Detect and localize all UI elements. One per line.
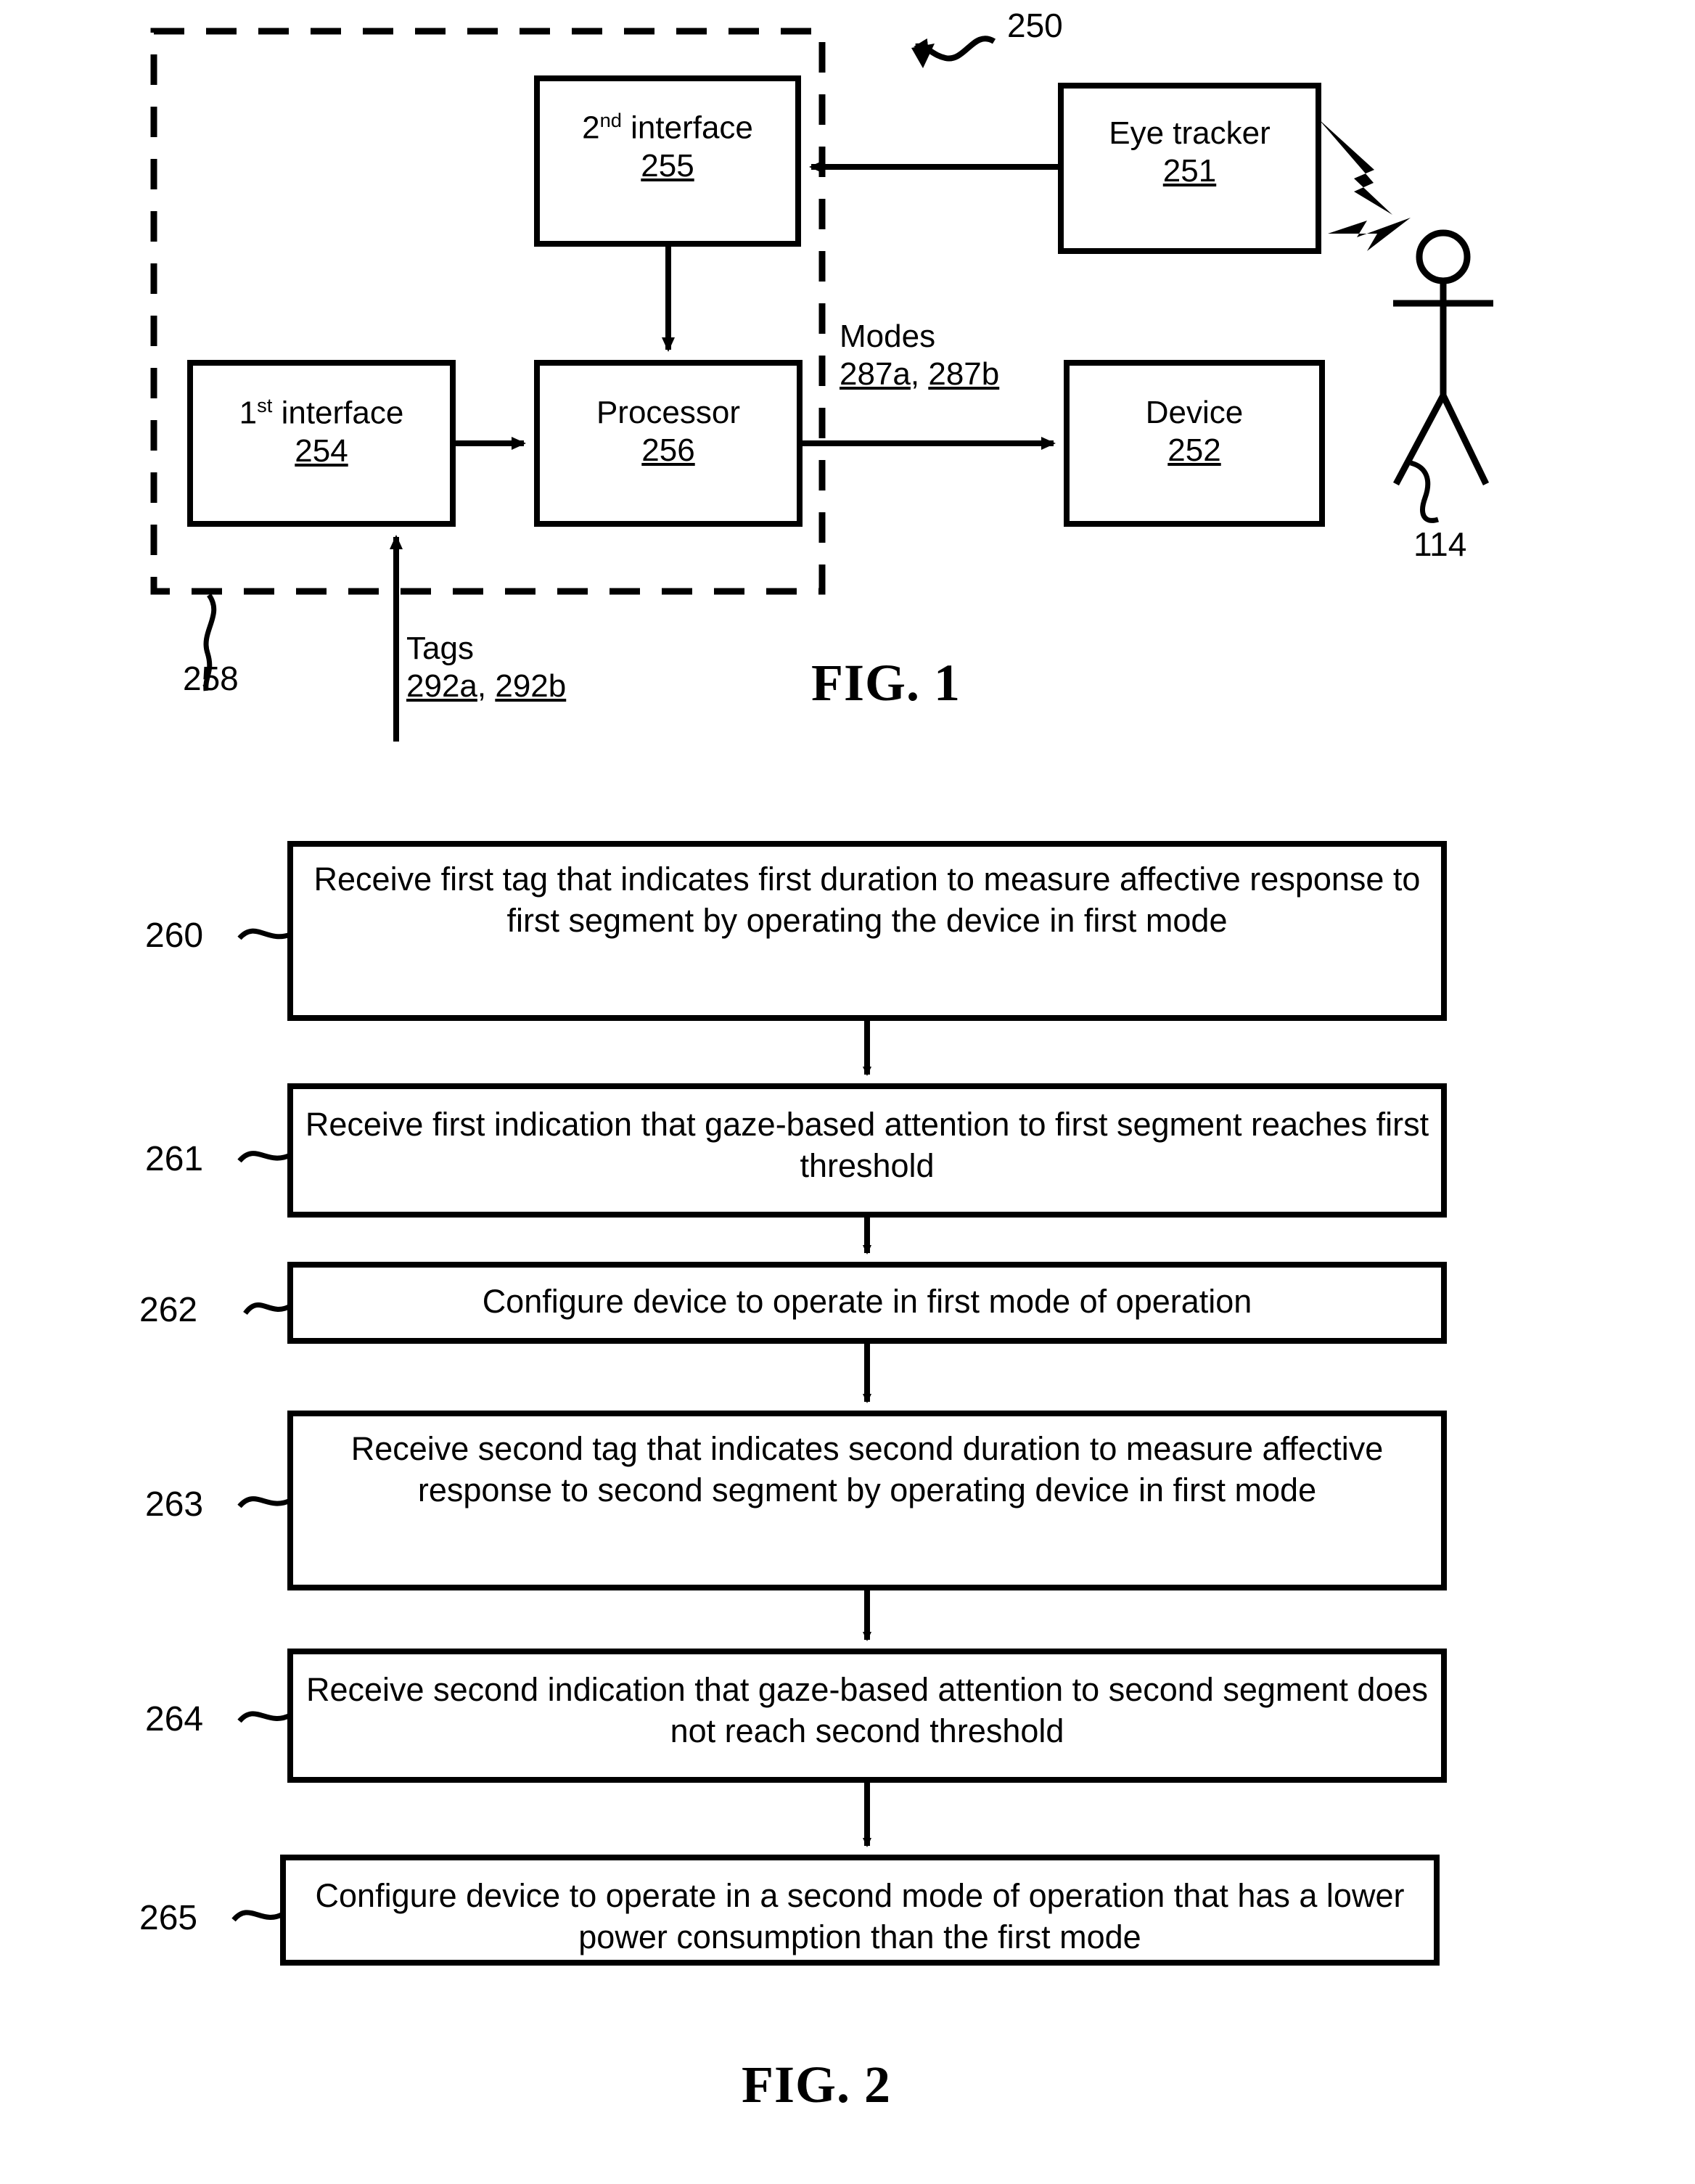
leader-262 xyxy=(243,1302,292,1315)
leader-263 xyxy=(237,1496,292,1508)
processor-label: Processor 256 xyxy=(537,394,800,469)
person-ref-114: 114 xyxy=(1413,525,1467,563)
leader-260 xyxy=(237,928,292,940)
step-ref-262: 262 xyxy=(139,1291,198,1329)
step-ref-264: 264 xyxy=(145,1700,204,1738)
second-interface-ref: 255 xyxy=(641,147,694,184)
person-head xyxy=(1416,229,1471,284)
leader-265 xyxy=(231,1910,284,1922)
processor-ref: 256 xyxy=(641,432,695,468)
step-text-263: Receive second tag that indicates second… xyxy=(350,1430,1384,1509)
person-leader xyxy=(1409,460,1440,523)
system-ref-250: 250 xyxy=(1007,7,1063,44)
bolt-eyetracker-to-person xyxy=(1318,119,1392,215)
fig2-step-outlines xyxy=(280,841,1447,1966)
step-ref-261: 261 xyxy=(145,1140,204,1178)
tag-ref-a: 292a xyxy=(406,668,477,704)
step-ref-260: 260 xyxy=(145,916,204,955)
first-interface-label: 1st interface 254 xyxy=(190,394,453,469)
step-text-265: Configure device to operate in a second … xyxy=(315,1877,1405,1956)
device-label: Device 252 xyxy=(1067,394,1322,469)
tags-label: Tags 292a, 292b xyxy=(406,631,567,704)
step-ref-265: 265 xyxy=(139,1899,198,1937)
second-interface-label: 2nd interface 255 xyxy=(537,109,798,184)
step-text-262: Configure device to operate in first mod… xyxy=(482,1283,1252,1320)
step-text-261: Receive first indication that gaze-based… xyxy=(305,1106,1429,1185)
bolt-device-to-person xyxy=(1328,218,1411,251)
step-text-260: Receive first tag that indicates first d… xyxy=(313,861,1421,940)
step-ref-263: 263 xyxy=(145,1485,204,1524)
leader-261 xyxy=(237,1151,292,1163)
mode-ref-b: 287b xyxy=(928,356,1000,392)
figure-2-caption: FIG. 2 xyxy=(742,2056,892,2114)
first-interface-ref: 254 xyxy=(295,432,348,469)
leader-264 xyxy=(237,1711,292,1723)
device-ref: 252 xyxy=(1167,432,1221,468)
modes-label: Modes 287a, 287b xyxy=(840,319,1000,392)
tag-ref-b: 292b xyxy=(495,668,567,704)
enclosure-ref-258: 258 xyxy=(183,660,239,697)
person-stick-figure xyxy=(1393,229,1493,486)
fig1-system-leader-arrow xyxy=(911,44,935,68)
person-leg-left xyxy=(1393,393,1446,486)
mode-ref-a: 287a xyxy=(840,356,911,392)
step-text-264: Receive second indication that gaze-base… xyxy=(305,1671,1429,1750)
signal-bolts xyxy=(1318,119,1411,251)
eye-tracker-label: Eye tracker 251 xyxy=(1061,115,1318,190)
figure-1-caption: FIG. 1 xyxy=(811,654,961,712)
person-leg-right xyxy=(1440,394,1490,485)
eye-tracker-ref: 251 xyxy=(1162,152,1217,189)
patent-figure-sheet: 2nd interface 255 1st interface 254 Proc… xyxy=(0,0,1695,2184)
fig2-step-leaders xyxy=(231,928,292,1922)
